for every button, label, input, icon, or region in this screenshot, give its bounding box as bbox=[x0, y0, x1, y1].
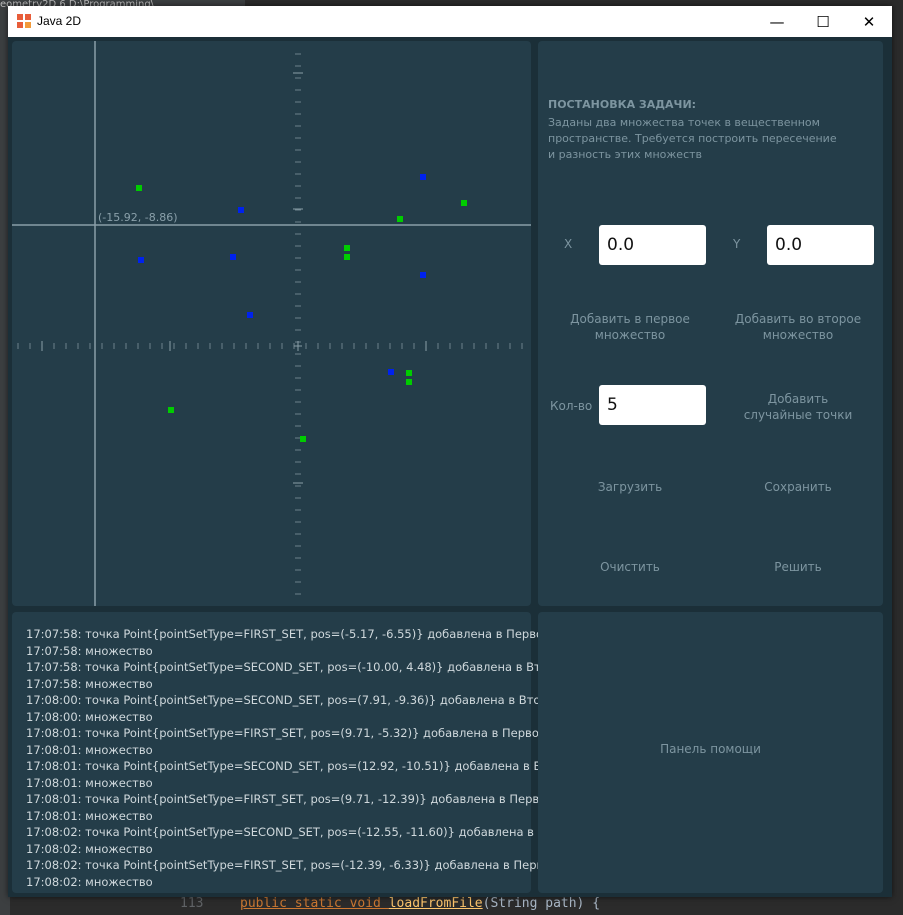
plot-canvas[interactable]: (-15.92, -8.86) bbox=[12, 41, 531, 606]
minimize-button[interactable]: — bbox=[754, 6, 800, 37]
control-panel: ПОСТАНОВКА ЗАДАЧИ: Заданы два множества … bbox=[538, 41, 883, 606]
add-first-set-button[interactable]: Добавить в первое множество bbox=[545, 311, 715, 343]
add-first-label-line: множество bbox=[594, 328, 666, 342]
y-input[interactable] bbox=[767, 225, 874, 265]
code-keywords: public static void bbox=[240, 896, 389, 911]
save-button[interactable]: Сохранить bbox=[713, 479, 883, 495]
x-label: X bbox=[564, 237, 573, 251]
first-set-point bbox=[406, 379, 412, 385]
log-entry: 17:07:58: точка Point{pointSetType=SECON… bbox=[26, 660, 570, 674]
maximize-icon: ☐ bbox=[816, 12, 830, 31]
log-entry: 17:08:01: точка Point{pointSetType=SECON… bbox=[26, 759, 577, 773]
add-random-label-line: случайные точки bbox=[743, 408, 853, 422]
close-button[interactable]: ✕ bbox=[846, 6, 892, 37]
first-set-point bbox=[397, 216, 403, 222]
maximize-button[interactable]: ☐ bbox=[800, 6, 846, 37]
first-set-point bbox=[406, 370, 412, 376]
y-label: Y bbox=[733, 237, 741, 251]
log-entry: 17:08:01: множество bbox=[26, 808, 153, 823]
log-entry: 17:08:01: точка Point{pointSetType=FIRST… bbox=[26, 792, 554, 806]
clear-button[interactable]: Очистить bbox=[545, 559, 715, 575]
count-label: Кол-во bbox=[550, 399, 593, 413]
second-set-point bbox=[238, 207, 244, 213]
first-set-point bbox=[168, 407, 174, 413]
task-line: и разность этих множеств bbox=[548, 148, 703, 161]
log-entry: 17:08:02: множество bbox=[26, 841, 153, 856]
window-title: Java 2D bbox=[37, 14, 82, 28]
task-line: Заданы два множества точек в вещественно… bbox=[548, 116, 820, 129]
second-set-point bbox=[230, 254, 236, 260]
x-input[interactable] bbox=[599, 225, 706, 265]
add-second-label-line: Добавить во второе bbox=[734, 312, 862, 326]
add-first-label-line: Добавить в первое bbox=[570, 312, 690, 326]
log-entry: 17:08:00: точка Point{pointSetType=SECON… bbox=[26, 693, 562, 707]
add-random-label-line: Добавить bbox=[767, 392, 829, 406]
first-set-point bbox=[461, 200, 467, 206]
second-set-point bbox=[247, 312, 253, 318]
first-set-point bbox=[344, 245, 350, 251]
ide-editor-fragment bbox=[893, 0, 903, 915]
task-line: пространстве. Требуется построить пересе… bbox=[548, 132, 837, 145]
log-entry: 17:08:00: множество bbox=[26, 709, 153, 724]
task-heading: ПОСТАНОВКА ЗАДАЧИ: bbox=[548, 98, 697, 111]
log-entry: 17:07:58: точка Point{pointSetType=FIRST… bbox=[26, 627, 551, 641]
log-entry: 17:07:58: множество bbox=[26, 643, 153, 658]
second-set-point bbox=[420, 174, 426, 180]
code-method-name: loadFromFile bbox=[388, 896, 483, 911]
solve-button[interactable]: Решить bbox=[713, 559, 883, 575]
code-rest: (String path) { bbox=[482, 896, 601, 911]
cursor-coordinate-label: (-15.92, -8.86) bbox=[98, 211, 178, 224]
add-random-points-button[interactable]: Добавить случайные точки bbox=[713, 391, 883, 423]
log-entry: 17:08:01: множество bbox=[26, 742, 153, 757]
client-area: (-15.92, -8.86) ПОСТАНОВКА ЗАДАЧИ: Задан… bbox=[8, 37, 892, 897]
help-label: Панель помощи bbox=[660, 742, 761, 756]
second-set-point bbox=[138, 257, 144, 263]
log-entry: 17:08:01: множество bbox=[26, 775, 153, 790]
log-entry: 17:08:02: множество bbox=[26, 874, 153, 889]
log-entry: 17:07:58: множество bbox=[26, 676, 153, 691]
log-entry: 17:08:01: точка Point{pointSetType=FIRST… bbox=[26, 726, 546, 740]
log-panel[interactable]: 17:07:58: точка Point{pointSetType=FIRST… bbox=[12, 612, 581, 893]
first-set-point bbox=[300, 436, 306, 442]
add-second-set-button[interactable]: Добавить во второе множество bbox=[713, 311, 883, 343]
load-button[interactable]: Загрузить bbox=[545, 479, 715, 495]
log-list: 17:07:58: точка Point{pointSetType=FIRST… bbox=[26, 626, 581, 890]
log-entry: 17:08:02: точка Point{pointSetType=SECON… bbox=[26, 825, 581, 839]
app-window: Java 2D — ☐ ✕ (-15.92, -8.86) ПОСТАНОВКА… bbox=[8, 6, 892, 897]
first-set-point bbox=[136, 185, 142, 191]
first-set-point bbox=[344, 254, 350, 260]
close-icon: ✕ bbox=[862, 12, 876, 31]
title-bar[interactable]: Java 2D — ☐ ✕ bbox=[8, 6, 892, 37]
second-set-point bbox=[420, 272, 426, 278]
add-second-label-line: множество bbox=[762, 328, 834, 342]
help-panel: Панель помощи bbox=[538, 612, 883, 893]
second-set-point bbox=[388, 369, 394, 375]
plot-svg bbox=[12, 41, 531, 606]
log-entry: 17:08:02: точка Point{pointSetType=FIRST… bbox=[26, 858, 558, 872]
task-description: Заданы два множества точек в вещественно… bbox=[548, 115, 838, 163]
count-input[interactable] bbox=[599, 385, 706, 425]
java-app-icon bbox=[17, 14, 31, 28]
minimize-icon: — bbox=[769, 12, 785, 31]
